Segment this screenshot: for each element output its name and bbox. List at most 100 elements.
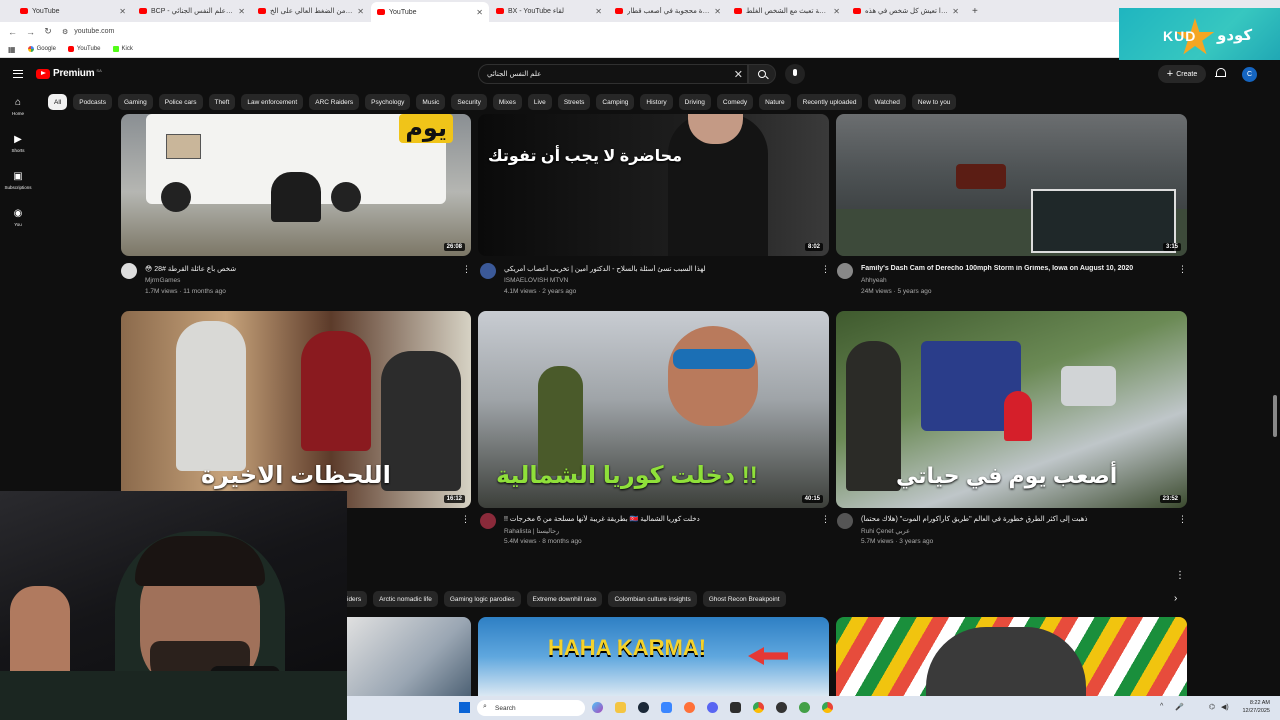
hamburger-menu-icon[interactable] bbox=[13, 70, 23, 78]
more-vert-icon[interactable]: ⋮ bbox=[1178, 514, 1187, 525]
channel-avatar[interactable] bbox=[121, 263, 137, 279]
chrome-icon[interactable] bbox=[822, 702, 833, 713]
video-thumbnail[interactable]: اللحظات الاخيرة 16:12 bbox=[121, 311, 471, 508]
sidebar-item-shorts[interactable]: ▶ Shorts bbox=[2, 135, 34, 154]
chip[interactable]: Music bbox=[416, 94, 446, 110]
video-thumbnail[interactable] bbox=[836, 617, 1187, 696]
site-info-icon[interactable]: ⚙ bbox=[62, 28, 68, 36]
file-explorer-icon[interactable] bbox=[615, 702, 626, 713]
chip[interactable]: Ghost Recon Breakpoint bbox=[702, 591, 786, 607]
discord-icon[interactable] bbox=[707, 702, 718, 713]
more-vert-icon[interactable]: ⋮ bbox=[462, 264, 471, 275]
chip[interactable]: Extreme downhill race bbox=[526, 591, 603, 607]
chip[interactable]: Watched bbox=[868, 94, 906, 110]
youtube-premium-logo[interactable]: Premium SA bbox=[36, 68, 102, 79]
close-icon[interactable]: ✕ bbox=[952, 7, 959, 16]
new-tab-plus-icon[interactable]: + bbox=[966, 6, 984, 17]
volume-icon[interactable]: ◀) bbox=[1221, 703, 1229, 711]
sidebar-item-subscriptions[interactable]: ▣ Subscriptions bbox=[2, 172, 34, 191]
chip[interactable]: Camping bbox=[596, 94, 635, 110]
close-icon[interactable]: ✕ bbox=[595, 7, 602, 16]
video-thumbnail[interactable]: HAHA KARMA! bbox=[478, 617, 829, 696]
copilot-icon[interactable] bbox=[592, 702, 603, 713]
browser-tab[interactable]: لماذا تعيش كل شخص في هذه ... ✕ bbox=[847, 2, 965, 20]
tray-chevron-icon[interactable]: ^ bbox=[1160, 703, 1163, 710]
channel-avatar[interactable] bbox=[480, 513, 496, 529]
chrome-icon[interactable] bbox=[753, 702, 764, 713]
mic-tray-icon[interactable]: 🎤 bbox=[1175, 703, 1184, 711]
video-title[interactable]: ذهبت إلى أكثر الطرق خطورة في العالم "طري… bbox=[861, 515, 1181, 523]
channel-name[interactable]: MjrmGames bbox=[145, 277, 180, 284]
chip[interactable]: ARC Raiders bbox=[309, 94, 360, 110]
clear-search-icon[interactable]: ✕ bbox=[734, 68, 743, 81]
obs-icon[interactable] bbox=[776, 702, 787, 713]
video-thumbnail[interactable] bbox=[347, 617, 471, 696]
windows-start-icon[interactable] bbox=[459, 702, 470, 713]
notifications-bell-icon[interactable] bbox=[1215, 68, 1226, 79]
chip[interactable]: Comedy bbox=[716, 94, 754, 110]
chip[interactable]: History bbox=[640, 94, 673, 110]
chip[interactable]: Law enforcement bbox=[241, 94, 304, 110]
close-icon[interactable]: ✕ bbox=[119, 7, 126, 16]
terminal-icon[interactable] bbox=[730, 702, 741, 713]
bookmark-google[interactable]: Google bbox=[27, 46, 56, 52]
chip[interactable]: Recently uploaded bbox=[796, 94, 863, 110]
apps-grid-icon[interactable]: ▦ bbox=[8, 45, 16, 54]
more-vert-icon[interactable]: ⋮ bbox=[821, 514, 830, 525]
more-vert-icon[interactable]: ⋮ bbox=[461, 514, 470, 525]
bookmark-youtube[interactable]: YouTube bbox=[67, 46, 101, 52]
close-icon[interactable]: ✕ bbox=[714, 7, 721, 16]
page-scrollbar-thumb[interactable] bbox=[1273, 395, 1277, 437]
more-vert-icon[interactable]: ⋮ bbox=[821, 264, 830, 275]
chip[interactable]: Podcasts bbox=[73, 94, 112, 110]
channel-name[interactable]: ISMAELOVISH MTVN bbox=[504, 277, 568, 284]
browser-tab[interactable]: محاصرة محجوبة في أصعب قطار... ✕ bbox=[609, 2, 727, 20]
chip[interactable]: New to you bbox=[911, 94, 957, 110]
voice-search-mic-icon[interactable] bbox=[785, 64, 805, 84]
search-button[interactable] bbox=[748, 64, 776, 84]
chip[interactable]: Live bbox=[527, 94, 552, 110]
sidebar-item-home[interactable]: ⌂ Home bbox=[2, 98, 34, 117]
browser-tab[interactable]: BCP - علم النفس الجنائي - YouTube ✕ bbox=[133, 2, 251, 20]
more-vert-icon[interactable]: ⋮ bbox=[1178, 264, 1187, 275]
channel-name[interactable]: Ahhyeah bbox=[861, 277, 887, 284]
chip[interactable]: Streets bbox=[557, 94, 591, 110]
bookmark-kick[interactable]: Kick bbox=[112, 46, 133, 52]
chip[interactable]: iders bbox=[347, 591, 368, 607]
firefox-icon[interactable] bbox=[684, 702, 695, 713]
video-thumbnail[interactable]: 3:15 bbox=[836, 114, 1187, 256]
chip[interactable]: Nature bbox=[759, 94, 791, 110]
chip[interactable]: Colombian culture insights bbox=[608, 591, 697, 607]
chip[interactable]: Mixes bbox=[492, 94, 522, 110]
channel-name[interactable]: Ruhi Çenet عربي bbox=[861, 527, 910, 535]
chip[interactable]: Theft bbox=[208, 94, 236, 110]
channel-avatar[interactable] bbox=[480, 263, 496, 279]
taskbar-search-box[interactable]: ⌕ Search bbox=[477, 700, 585, 716]
video-title[interactable]: دخلت كوريا الشمالية 🇰🇵 بطريقة غريبة لأنه… bbox=[504, 515, 824, 523]
video-thumbnail[interactable]: أصعب يوم في حياتي 23:52 bbox=[836, 311, 1187, 508]
close-icon[interactable]: ✕ bbox=[238, 7, 245, 16]
steam-icon[interactable] bbox=[638, 702, 649, 713]
taskbar-clock[interactable]: 8:22 AM 12/27/2025 bbox=[1242, 699, 1270, 715]
chip[interactable]: Arctic nomadic life bbox=[373, 591, 438, 607]
browser-tab[interactable]: BX - YouTube لقاء ✕ bbox=[490, 2, 608, 20]
chip[interactable]: Driving bbox=[678, 94, 711, 110]
browser-tab[interactable]: الشرطة تعبث مع الشخص الغلط... ✕ bbox=[728, 2, 846, 20]
chip[interactable]: Security bbox=[451, 94, 487, 110]
store-icon[interactable] bbox=[661, 702, 672, 713]
account-avatar[interactable]: C bbox=[1242, 67, 1257, 82]
channel-name[interactable]: Rahalista | رحاليستا bbox=[504, 527, 559, 535]
close-icon[interactable]: ✕ bbox=[357, 7, 364, 16]
browser-tab[interactable]: YouTube ✕ bbox=[14, 2, 132, 20]
channel-avatar[interactable] bbox=[837, 263, 853, 279]
reload-icon[interactable]: ↻ bbox=[44, 26, 52, 37]
video-title[interactable]: Family's Dash Cam of Derecho 100mph Stor… bbox=[861, 265, 1181, 272]
browser-tab-active[interactable]: YouTube ✕ bbox=[371, 2, 489, 22]
browser-tab[interactable]: ساعة من الضغط العالي على الخ... ✕ bbox=[252, 2, 370, 20]
video-title[interactable]: شخص باع عائلة القرطة #28 😳 bbox=[145, 265, 465, 273]
url-field[interactable]: ⚙ youtube.com bbox=[62, 28, 114, 36]
create-button[interactable]: + Create bbox=[1158, 65, 1206, 83]
app-icon[interactable] bbox=[799, 702, 810, 713]
chip[interactable]: Gaming logic parodies bbox=[443, 591, 521, 607]
back-arrow-icon[interactable]: ← bbox=[8, 27, 17, 37]
